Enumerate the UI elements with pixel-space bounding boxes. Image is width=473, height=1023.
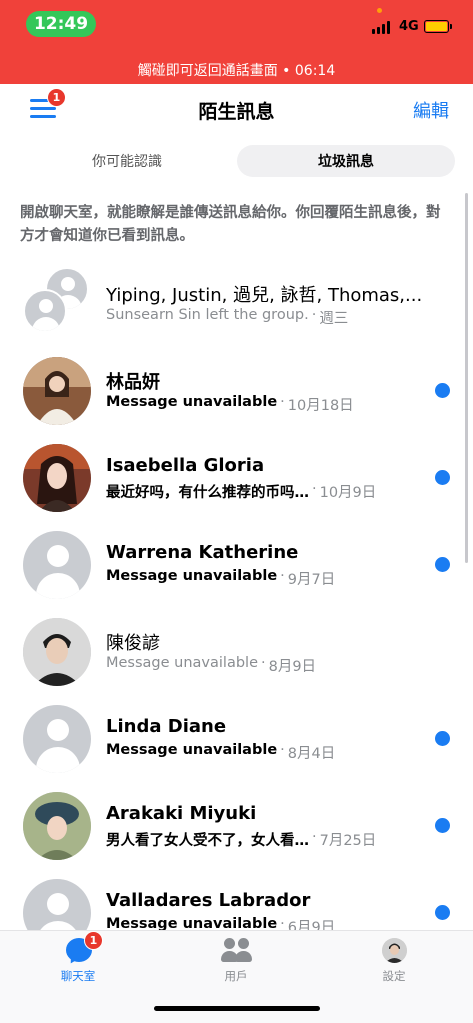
tab-chats-label: 聊天室 [60, 969, 96, 983]
conversation-preview: 男人看了女人受不了，女人看… · 7月25日 [106, 829, 377, 849]
signal-icon [372, 20, 390, 34]
unread-dot [435, 731, 450, 746]
unread-dot [435, 818, 450, 833]
unread-dot [435, 383, 450, 398]
default-avatar-icon [23, 705, 91, 773]
conversation-preview: Message unavailable · 8月9日 [106, 655, 317, 675]
tab-settings[interactable]: 設定 [344, 931, 444, 991]
mic-indicator-icon [377, 8, 382, 13]
conversation-preview: Message unavailable · 10月18日 [106, 394, 354, 414]
conversation-name: Valladares Labrador [106, 890, 311, 911]
conversation-row[interactable]: Arakaki Miyuki 男人看了女人受不了，女人看… · 7月25日 [0, 784, 473, 871]
conversation-preview: Message unavailable · 8月4日 [106, 742, 336, 762]
conversation-row[interactable]: Isaebella Gloria 最近好吗，有什么推荐的币吗… · 10月9日 [0, 436, 473, 523]
unread-dot [435, 905, 450, 920]
conversation-preview: Sunsearn Sin left the group. · 週三 [106, 307, 349, 327]
tab-settings-label: 設定 [382, 969, 406, 983]
avatar [23, 618, 91, 686]
conversation-name: 林品妍 [106, 372, 160, 393]
conversation-row[interactable]: 林品妍 Message unavailable · 10月18日 [0, 349, 473, 436]
conversation-preview: 最近好吗，有什么推荐的币吗… · 10月9日 [106, 481, 377, 501]
conversation-name: 陳俊諺 [106, 633, 160, 654]
unread-dot [435, 557, 450, 572]
info-notice: 開啟聊天室，就能瞭解是誰傳送訊息給你。你回覆陌生訊息後，對方才會知道你已看到訊息… [20, 205, 441, 244]
edit-button[interactable]: 編輯 [413, 97, 449, 123]
tab-spam[interactable]: 垃圾訊息 [237, 145, 455, 177]
tab-people-label: 用戶 [224, 969, 248, 983]
conversation-name: Isaebella Gloria [106, 455, 265, 476]
conversation-row[interactable]: Valladares Labrador Message unavailable ·… [0, 871, 473, 930]
conversation-name: Arakaki Miyuki [106, 803, 257, 824]
avatar [23, 792, 91, 860]
network-label: 4G [399, 19, 419, 34]
conversation-name: Warrena Katherine [106, 542, 299, 563]
conversation-name: Yiping, Justin, 過兒, 詠哲, Thomas,... [106, 285, 423, 306]
default-avatar-icon [23, 531, 91, 599]
conversation-preview: Message unavailable · 6月9日 [106, 916, 336, 930]
home-indicator [154, 1006, 320, 1011]
conversation-row[interactable]: Warrena Katherine Message unavailable · 9月… [0, 523, 473, 610]
avatar [23, 444, 91, 512]
conversation-list: Yiping, Justin, 過兒, 詠哲, Thomas,... Sunse… [0, 262, 473, 930]
conversation-row[interactable]: Yiping, Justin, 過兒, 詠哲, Thomas,... Sunse… [0, 262, 473, 349]
avatar [23, 357, 91, 425]
return-to-call-text[interactable]: 觸碰即可返回通話畫面 • 06:14 [0, 60, 473, 80]
conversation-preview: Message unavailable · 9月7日 [106, 568, 336, 588]
default-avatar-icon [23, 879, 91, 930]
tab-people-you-may-know[interactable]: 你可能認識 [18, 145, 236, 177]
profile-avatar [382, 938, 407, 963]
tab-people[interactable]: 用戶 [186, 931, 286, 991]
conversation-row[interactable]: 陳俊諺 Message unavailable · 8月9日 [0, 610, 473, 697]
tab-chats[interactable]: 1 聊天室 [28, 931, 128, 991]
status-time: 12:49 [26, 11, 96, 37]
conversation-row[interactable]: Linda Diane Message unavailable · 8月4日 [0, 697, 473, 784]
battery-icon [424, 20, 452, 33]
conversation-name: Linda Diane [106, 716, 227, 737]
people-icon [218, 937, 254, 963]
chats-badge: 1 [84, 931, 103, 950]
unread-dot [435, 470, 450, 485]
page-title: 陌生訊息 [198, 101, 275, 123]
group-avatar [23, 267, 95, 337]
